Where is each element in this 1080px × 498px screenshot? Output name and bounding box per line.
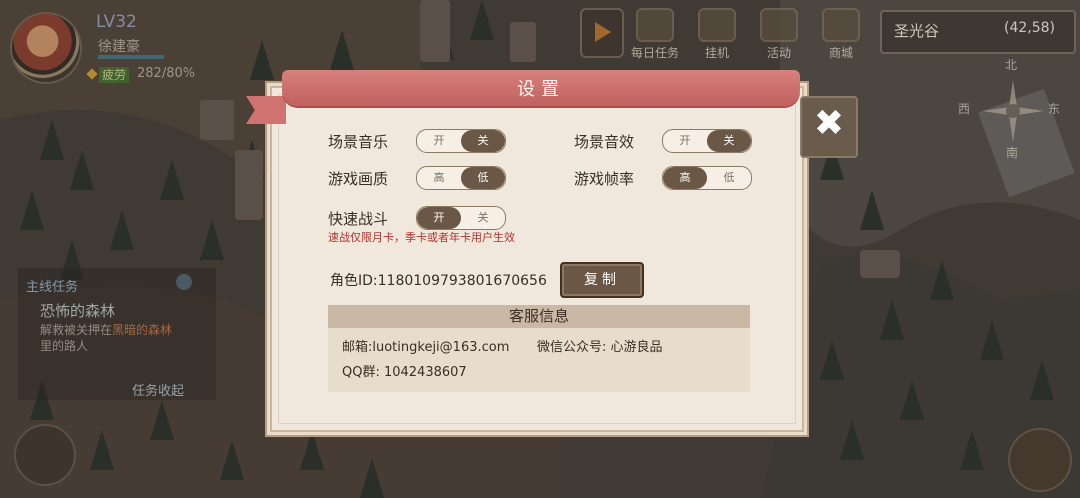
scene-sound-off[interactable]: 关 [707, 130, 751, 152]
player-avatar[interactable] [12, 14, 80, 82]
fast-battle-off[interactable]: 关 [461, 207, 505, 229]
compass-rose-icon [982, 80, 1044, 142]
quest-description: 解救被关押在黑暗的森林 里的路人 [40, 323, 173, 353]
chevron-down-icon[interactable] [176, 274, 192, 290]
service-wechat: 微信公众号: 心游良品 [537, 340, 663, 355]
menu-idle[interactable]: 挂机 [688, 8, 746, 61]
frame-rate-low[interactable]: 低 [707, 167, 751, 189]
compass-north: 北 [1005, 58, 1018, 72]
scene-sound-on[interactable]: 开 [663, 130, 707, 152]
fast-battle-label: 快速战斗 [328, 210, 389, 228]
menu-events[interactable]: 活动 [750, 8, 808, 61]
gift-icon [760, 8, 798, 42]
scene-music-toggle[interactable]: 开 关 [416, 129, 506, 153]
fast-battle-on[interactable]: 开 [417, 207, 461, 229]
scene-sound-toggle[interactable]: 开 关 [662, 129, 752, 153]
compass-east: 东 [1048, 102, 1061, 116]
quest-title[interactable]: 恐怖的森林 [40, 300, 115, 321]
character-menu-button[interactable] [14, 424, 76, 486]
close-icon: ✖ [813, 103, 845, 144]
compass-west: 西 [958, 102, 971, 116]
scene-music-label: 场景音乐 [328, 133, 389, 151]
calendar-icon [636, 8, 674, 42]
fast-battle-toggle[interactable]: 开 关 [416, 206, 506, 230]
fatigue-value: 282/80% [137, 66, 196, 81]
menu-shop[interactable]: 商城 [812, 8, 870, 61]
scene-sound-label: 场景音效 [574, 133, 635, 151]
fatigue-badge: 疲劳 [99, 67, 130, 83]
expand-menu-button[interactable] [580, 8, 624, 58]
graphics-quality-toggle[interactable]: 高 低 [416, 166, 506, 190]
exp-bar [98, 55, 164, 59]
role-id: 角色ID:1180109793801670656 [330, 273, 547, 289]
location-coords: (42,58) [1004, 20, 1056, 36]
house-icon[interactable] [1008, 428, 1072, 492]
frame-rate-toggle[interactable]: 高 低 [662, 166, 752, 190]
fast-battle-note: 速战仅限月卡，季卡或者年卡用户生效 [328, 231, 515, 244]
service-info-header: 客服信息 [328, 305, 750, 328]
scene-music-on[interactable]: 开 [417, 130, 461, 152]
compass-south: 南 [1006, 146, 1019, 160]
service-qq-group: QQ群: 1042438607 [342, 365, 467, 380]
frame-rate-label: 游戏帧率 [574, 170, 635, 188]
copy-button[interactable]: 复制 [560, 262, 644, 298]
graphics-quality-high[interactable]: 高 [417, 167, 461, 189]
crossed-swords-icon [698, 8, 736, 42]
service-email: 邮箱:luotingkeji@163.com [342, 340, 510, 355]
menu-daily-tasks[interactable]: 每日任务 [626, 8, 684, 61]
dialog-title: 设置 [517, 79, 565, 100]
graphics-quality-label: 游戏画质 [328, 170, 389, 188]
close-button[interactable]: ✖ [800, 96, 858, 158]
frame-rate-high[interactable]: 高 [663, 167, 707, 189]
scene-music-off[interactable]: 关 [461, 130, 505, 152]
player-level: LV32 [96, 12, 137, 32]
location-name: 圣光谷 [894, 22, 940, 40]
shop-icon [822, 8, 860, 42]
quest-collapse-button[interactable]: 任务收起 [132, 380, 184, 399]
player-name: 徐建豪 [98, 39, 140, 55]
graphics-quality-low[interactable]: 低 [461, 167, 505, 189]
quest-header: 主线任务 [26, 280, 79, 295]
